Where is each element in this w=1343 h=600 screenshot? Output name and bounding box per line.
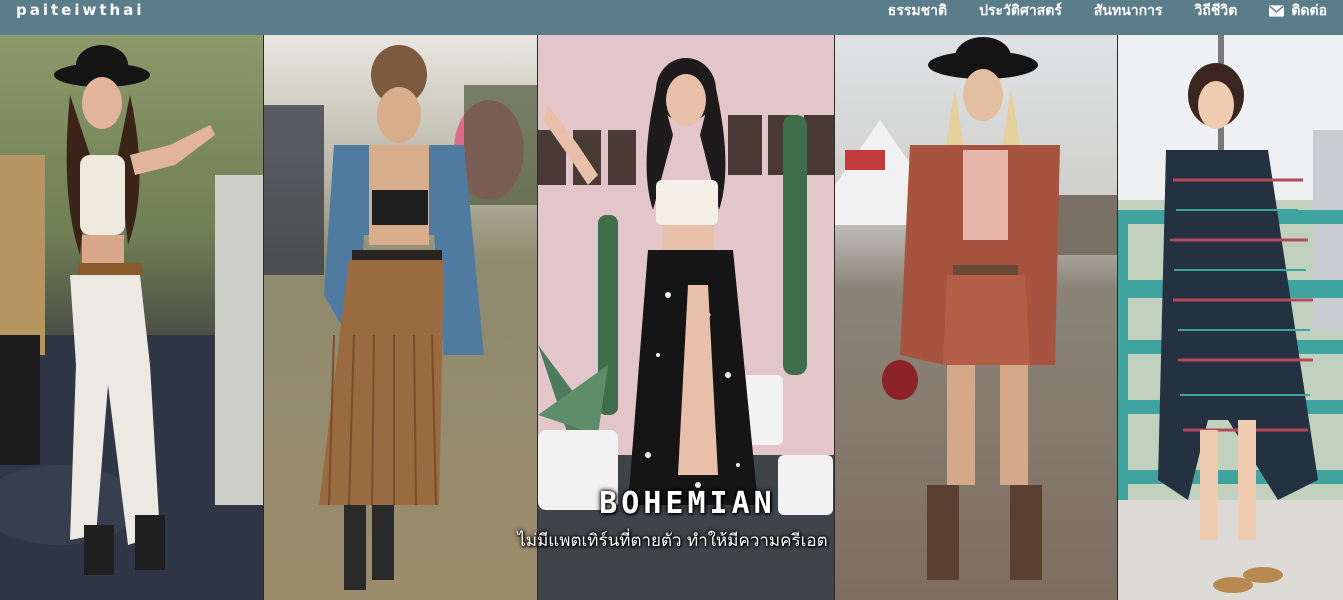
envelope-icon xyxy=(1269,5,1285,17)
nav-item-label: ประวัติศาสตร์ xyxy=(979,3,1062,19)
nav-item-label: ธรรมชาติ xyxy=(887,3,948,19)
nav-menu: ธรรมชาติ ประวัติศาสตร์ สันทนาการ วิถีชีว… xyxy=(888,0,1327,22)
photo-paisley-suit-outfit xyxy=(835,35,1117,600)
nav-item-lifestyle[interactable]: วิถีชีวิต xyxy=(1195,0,1238,22)
photo-kimono-outfit xyxy=(1118,0,1343,600)
top-navbar: paiteiwthai ธรรมชาติ ประวัติศาสตร์ สันทน… xyxy=(0,0,1343,35)
page: BOHEMIAN ไม่มีแพตเทิร์นที่ตายตัว ทำให้มี… xyxy=(0,0,1343,600)
hero-title: BOHEMIAN xyxy=(599,486,776,521)
nav-item-nature[interactable]: ธรรมชาติ xyxy=(888,0,947,22)
nav-item-label: สันทนาการ xyxy=(1093,3,1163,19)
hero-subtitle: ไม่มีแพตเทิร์นที่ตายตัว ทำให้มีความครีเอ… xyxy=(517,531,828,551)
nav-item-label: ติดต่อ xyxy=(1291,3,1327,19)
nav-item-contact[interactable]: ติดต่อ xyxy=(1269,0,1327,22)
nav-item-label: วิถีชีวิต xyxy=(1194,3,1238,19)
nav-item-history[interactable]: ประวัติศาสตร์ xyxy=(979,0,1062,22)
nav-item-recreation[interactable]: สันทนาการ xyxy=(1094,0,1163,22)
site-brand-link[interactable]: paiteiwthai xyxy=(16,0,144,22)
photo-white-lace-outfit xyxy=(0,35,263,600)
photo-denim-fringe-outfit xyxy=(264,35,537,600)
